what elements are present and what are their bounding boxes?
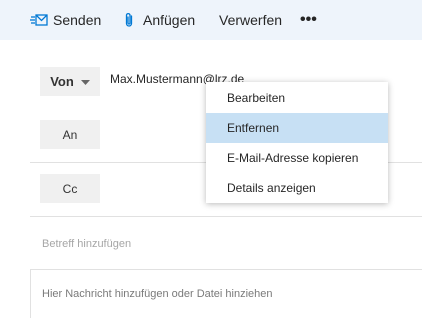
more-icon: •••	[300, 11, 317, 28]
menu-item-show-details[interactable]: Details anzeigen	[206, 173, 388, 203]
discard-button[interactable]: Verwerfen	[219, 0, 282, 40]
menu-item-label: Details anzeigen	[227, 181, 316, 195]
to-button[interactable]: An	[40, 120, 100, 149]
cc-label: Cc	[62, 181, 78, 196]
message-body-placeholder: Hier Nachricht hinzufügen oder Datei hin…	[42, 288, 273, 300]
more-options-button[interactable]: •••	[300, 0, 317, 40]
address-context-menu: Bearbeiten Entfernen E-Mail-Adresse kopi…	[206, 82, 388, 203]
send-button[interactable]: Senden	[30, 0, 101, 40]
menu-item-label: Bearbeiten	[227, 91, 286, 105]
to-label: An	[62, 127, 78, 142]
menu-item-copy-email[interactable]: E-Mail-Adresse kopieren	[206, 143, 388, 173]
menu-item-edit[interactable]: Bearbeiten	[206, 83, 388, 113]
from-button[interactable]: Von	[40, 67, 100, 96]
attach-label: Anfügen	[143, 12, 196, 28]
cc-field-divider	[30, 216, 422, 217]
from-label: Von	[50, 74, 74, 89]
cc-button[interactable]: Cc	[40, 174, 100, 203]
command-toolbar: Senden Anfügen Verwerfen •••	[0, 0, 422, 40]
subject-input[interactable]: Betreff hinzufügen	[42, 238, 131, 250]
chevron-down-icon	[80, 75, 90, 89]
menu-item-label: E-Mail-Adresse kopieren	[227, 151, 359, 165]
menu-item-label: Entfernen	[227, 121, 280, 135]
menu-item-remove[interactable]: Entfernen	[206, 113, 388, 143]
paperclip-icon	[124, 12, 134, 28]
send-icon	[30, 13, 48, 27]
discard-label: Verwerfen	[219, 12, 283, 28]
send-label: Senden	[53, 12, 102, 28]
attach-button[interactable]: Anfügen	[124, 0, 195, 40]
